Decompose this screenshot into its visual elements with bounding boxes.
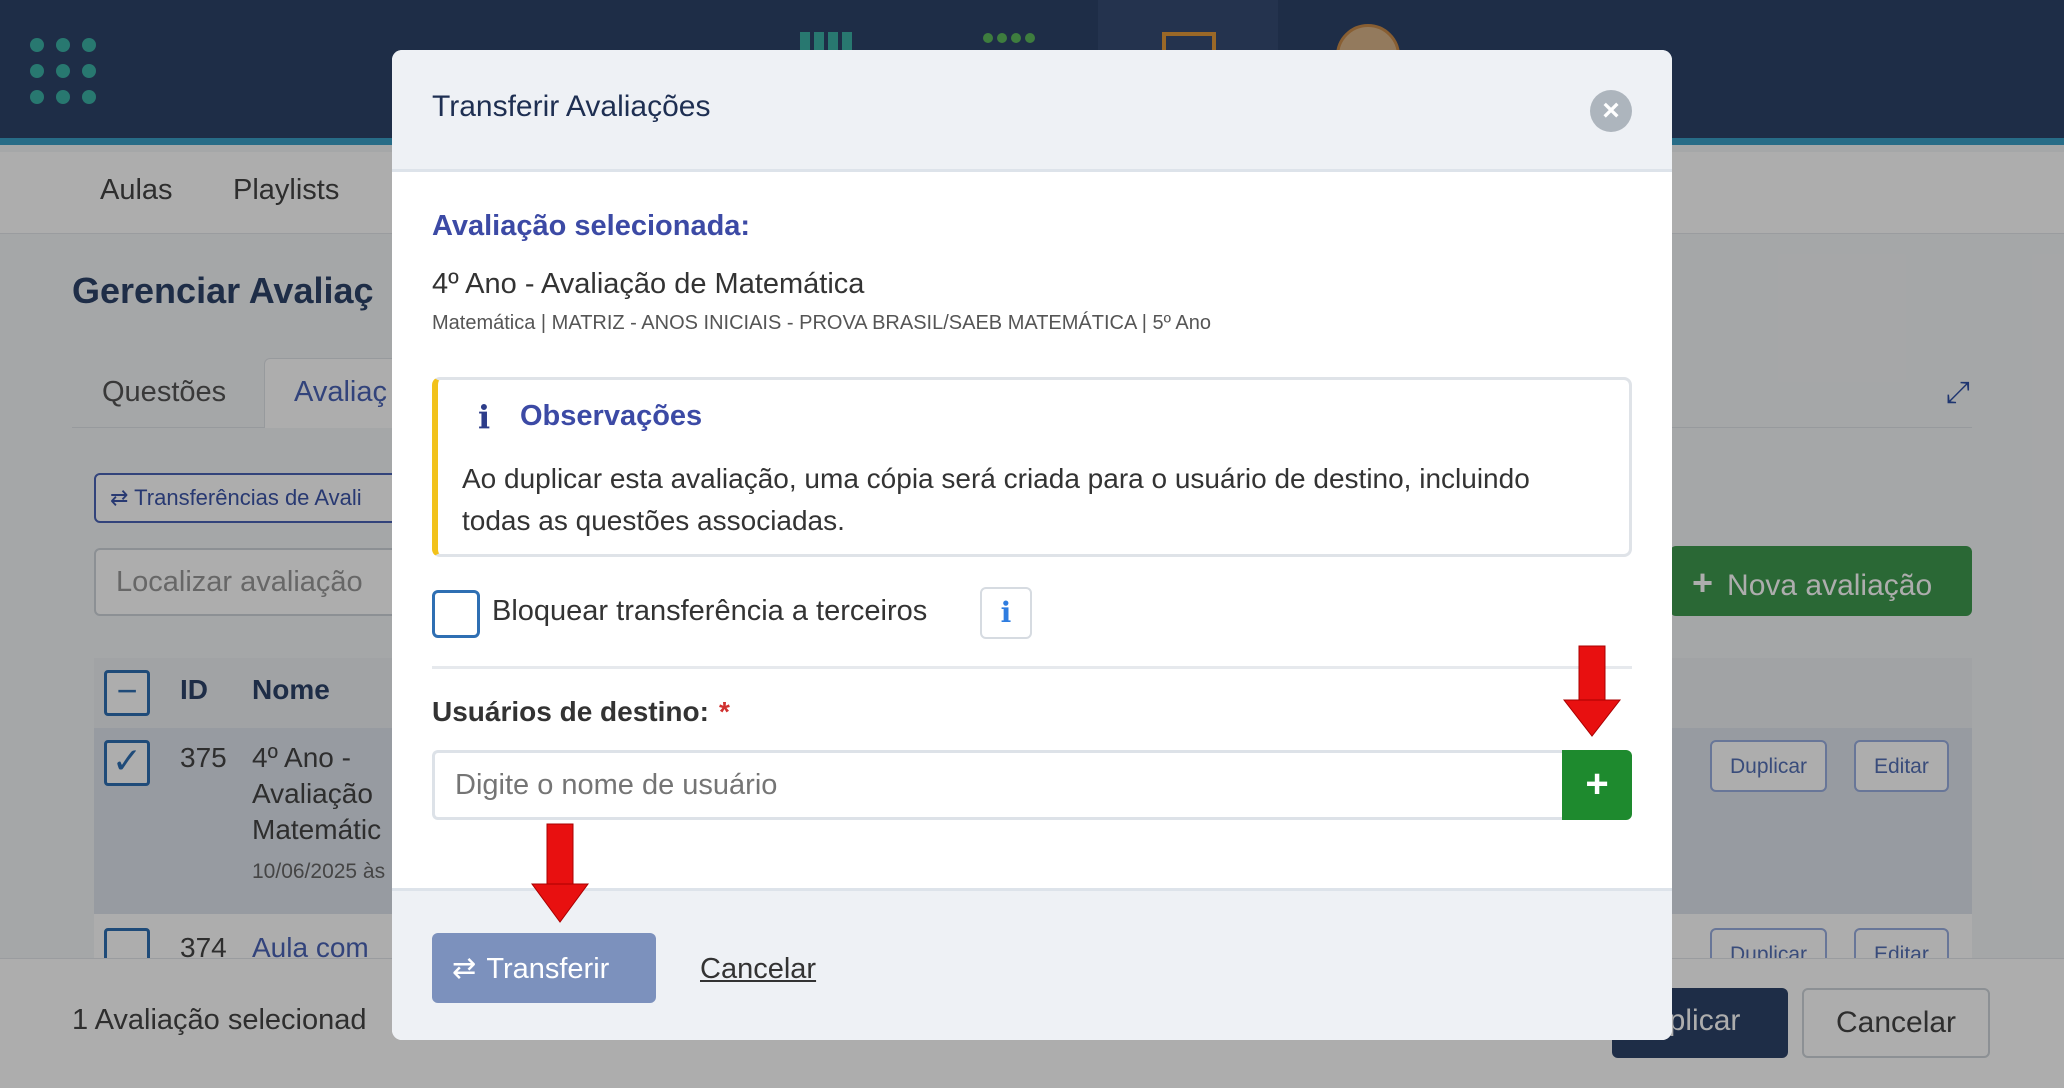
annotation-arrow-down-icon [531, 823, 589, 923]
info-icon: i [478, 398, 491, 436]
add-user-button[interactable]: + [1562, 750, 1632, 820]
divider [432, 666, 1632, 669]
close-icon[interactable]: × [1590, 90, 1632, 132]
transfer-button[interactable]: ⇄ Transferir [432, 933, 656, 1003]
transfer-arrows-icon: ⇄ [452, 953, 477, 985]
selected-assessment-subtitle: Matemática | MATRIZ - ANOS INICIAIS - PR… [432, 312, 1212, 334]
transfer-button-label: Transferir [486, 953, 610, 985]
block-transfer-label[interactable]: Bloquear transferência a terceiros [492, 595, 927, 628]
annotation-arrow-down-icon [1562, 645, 1622, 737]
destination-users-text: Usuários de destino: [432, 696, 709, 727]
destination-users-label: Usuários de destino: * [432, 696, 730, 728]
block-transfer-checkbox[interactable] [432, 590, 480, 638]
observations-callout: i Observações Ao duplicar esta avaliação… [432, 377, 1632, 557]
observations-title: Observações [520, 400, 703, 432]
destination-user-input[interactable] [432, 750, 1562, 820]
modal-header: Transferir Avaliações × [392, 50, 1672, 172]
required-mark: * [718, 696, 730, 727]
selected-assessment-title: 4º Ano - Avaliação de Matemática [432, 268, 865, 300]
observations-text: Ao duplicar esta avaliação, uma cópia se… [462, 463, 1530, 536]
info-icon[interactable]: i [980, 587, 1032, 639]
selected-assessment-label: Avaliação selecionada: [432, 210, 751, 242]
modal-title: Transferir Avaliações [432, 90, 711, 123]
cancel-link[interactable]: Cancelar [700, 953, 816, 986]
